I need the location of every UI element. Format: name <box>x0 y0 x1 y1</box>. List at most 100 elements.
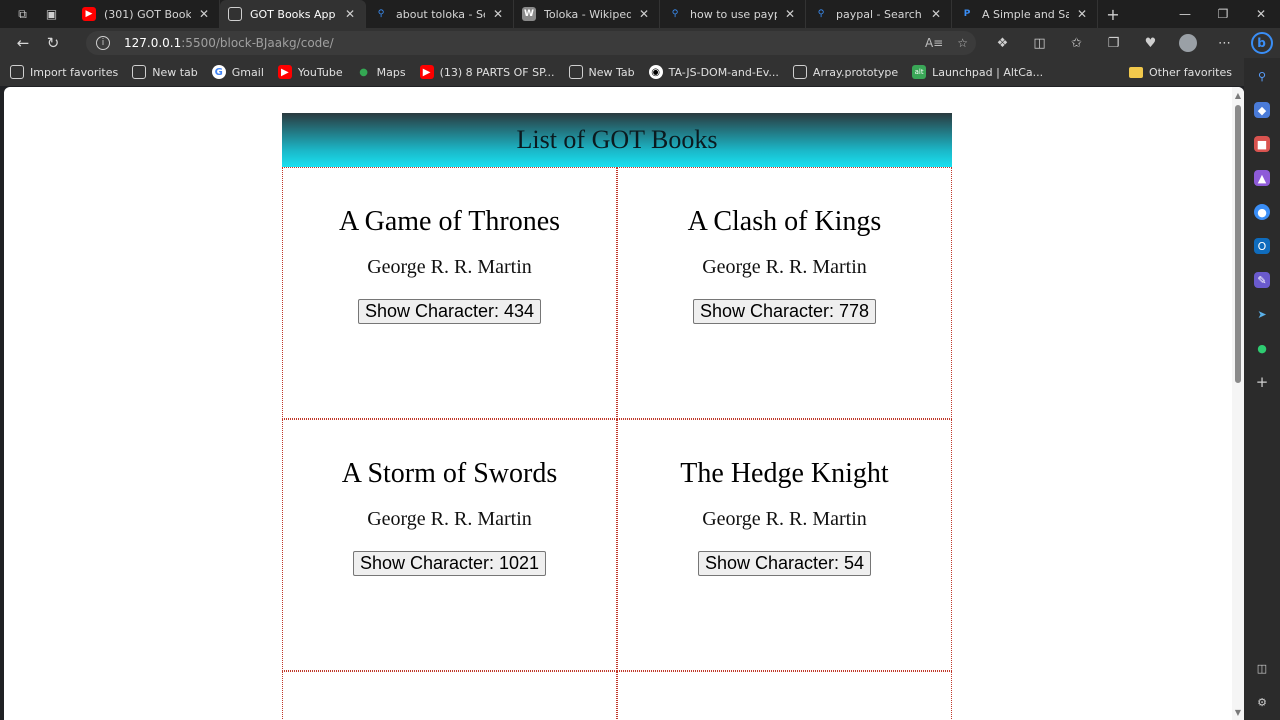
book-title: A Game of Thrones <box>338 206 561 237</box>
games-icon[interactable]: ▲ <box>1254 170 1270 186</box>
search-icon[interactable]: ⚲ <box>1254 68 1270 84</box>
favorite-star-icon[interactable]: ☆ <box>957 36 968 50</box>
outlook-icon[interactable]: O <box>1254 238 1270 254</box>
read-aloud-icon[interactable]: A≡ <box>925 36 943 50</box>
sidebar-settings-icon[interactable]: ⚙ <box>1254 694 1270 710</box>
show-character-button[interactable]: Show Character: 54 <box>697 551 872 576</box>
avatar <box>1178 34 1197 52</box>
edge-sidebar: ⚲ ◆ ■ ▲ ● O ✎ ➤ ● + ◫ ⚙ <box>1244 58 1280 720</box>
import-icon <box>10 65 24 79</box>
navigation-bar: ← ↻ i 127.0.0.1 :5500/block-BJaakg/code/… <box>0 28 1280 58</box>
close-tab-icon[interactable]: ✕ <box>637 7 651 21</box>
favorite-import[interactable]: Import favorites <box>10 58 118 86</box>
tab-actions: ⧉ ▣ <box>0 0 74 28</box>
tab-paypal-site[interactable]: P A Simple and Safer W ✕ <box>952 0 1098 28</box>
split-screen-icon[interactable]: ◫ <box>1021 28 1058 58</box>
extensions-icon[interactable]: ❖ <box>984 28 1021 58</box>
close-tab-icon[interactable]: ✕ <box>491 7 505 21</box>
youtube-icon: ▶ <box>277 65 292 79</box>
add-sidebar-app-icon[interactable]: + <box>1254 373 1270 391</box>
maximize-icon[interactable]: ❐ <box>1204 0 1242 28</box>
address-bar[interactable]: i 127.0.0.1 :5500/block-BJaakg/code/ A≡ … <box>86 31 976 55</box>
newtab-icon <box>132 65 147 79</box>
refresh-icon[interactable]: ↻ <box>38 28 68 58</box>
window-controls: — ❐ ✕ <box>1166 0 1280 28</box>
scroll-down-icon[interactable]: ▼ <box>1232 706 1244 718</box>
site-info-icon[interactable]: i <box>96 36 110 50</box>
tab-got-books-app[interactable]: GOT Books App ✕ <box>220 0 366 28</box>
microsoft365-icon[interactable]: ● <box>1254 204 1270 220</box>
tab-actions-menu-icon[interactable]: ▣ <box>45 7 59 21</box>
favorites-icon[interactable]: ✩ <box>1058 28 1095 58</box>
minimize-icon[interactable]: — <box>1166 0 1204 28</box>
send-icon[interactable]: ➤ <box>1254 306 1270 322</box>
favorite-gmail[interactable]: G Gmail <box>211 58 264 86</box>
address-bar-actions: A≡ ☆ <box>925 31 968 55</box>
settings-menu-icon[interactable]: ⋯ <box>1206 28 1243 58</box>
page-icon <box>792 65 807 79</box>
book-title: A Storm of Swords <box>341 458 558 489</box>
tab-youtube-got[interactable]: ▶ (301) GOT Books App ✕ <box>74 0 220 28</box>
page-scrollbar[interactable]: ▲ ▼ <box>1232 87 1244 720</box>
favorite-new-tab[interactable]: New tab <box>132 58 198 86</box>
favorite-youtube[interactable]: ▶ YouTube <box>277 58 343 86</box>
workspaces-icon[interactable]: ⧉ <box>16 7 30 21</box>
close-tab-icon[interactable]: ✕ <box>1075 7 1089 21</box>
search-icon: ⚲ <box>671 9 679 19</box>
favorite-github[interactable]: ◉ TA-JS-DOM-and-Ev... <box>648 58 779 86</box>
favorite-launchpad[interactable]: alt Launchpad | AltCa... <box>912 58 1043 86</box>
url-host: 127.0.0.1 <box>124 36 182 50</box>
book-author: George R. R. Martin <box>702 256 867 278</box>
bing-icon: b <box>1250 32 1273 54</box>
wikipedia-icon: W <box>522 7 536 21</box>
tab-toloka-wikipedia[interactable]: W Toloka - Wikipedia ✕ <box>514 0 660 28</box>
tab-paypal-how-to[interactable]: ⚲ how to use paypal in ✕ <box>660 0 806 28</box>
other-favorites-folder[interactable]: Other favorites <box>1129 58 1232 86</box>
tab-toloka-search[interactable]: ⚲ about toloka - Search ✕ <box>366 0 514 28</box>
back-icon[interactable]: ← <box>8 28 38 58</box>
favorite-new-tab-page[interactable]: New Tab <box>568 58 635 86</box>
favorite-youtube-video[interactable]: ▶ (13) 8 PARTS OF SP... <box>419 58 555 86</box>
tab-title: paypal - Search <box>836 7 922 21</box>
tree-icon[interactable]: ● <box>1254 340 1270 356</box>
shopping-icon[interactable]: ◆ <box>1254 102 1270 118</box>
tab-strip: ⧉ ▣ ▶ (301) GOT Books App ✕ GOT Books Ap… <box>0 0 1280 28</box>
show-character-button[interactable]: Show Character: 1021 <box>352 551 547 576</box>
favorite-maps[interactable]: ● Maps <box>357 58 405 86</box>
tools-icon[interactable]: ■ <box>1254 136 1270 152</box>
book-card: A Clash of Kings George R. R. Martin Sho… <box>617 167 952 419</box>
tab-title: (301) GOT Books App <box>104 7 191 21</box>
page-icon <box>228 7 242 21</box>
close-window-icon[interactable]: ✕ <box>1242 0 1280 28</box>
collections-icon[interactable]: ❐ <box>1095 28 1132 58</box>
performance-icon[interactable]: ♥ <box>1132 28 1169 58</box>
designer-icon[interactable]: ✎ <box>1254 272 1270 288</box>
scroll-up-icon[interactable]: ▲ <box>1232 89 1244 101</box>
profile-button[interactable] <box>1169 28 1206 58</box>
favorite-label: New tab <box>152 65 198 79</box>
hide-sidebar-icon[interactable]: ◫ <box>1254 660 1270 676</box>
tab-title: about toloka - Search <box>396 7 485 21</box>
copilot-button[interactable]: b <box>1243 28 1280 58</box>
close-tab-icon[interactable]: ✕ <box>343 7 357 21</box>
close-tab-icon[interactable]: ✕ <box>783 7 797 21</box>
favorite-label: YouTube <box>297 65 343 79</box>
tab-paypal-search[interactable]: ⚲ paypal - Search ✕ <box>806 0 952 28</box>
youtube-icon: ▶ <box>419 65 434 79</box>
github-icon: ◉ <box>648 65 663 79</box>
favorite-array-prototype[interactable]: Array.prototype <box>792 58 898 86</box>
new-tab-button[interactable]: + <box>1098 0 1128 28</box>
book-title: A Clash of Kings <box>687 206 882 237</box>
book-author: George R. R. Martin <box>367 508 532 530</box>
close-tab-icon[interactable]: ✕ <box>929 7 943 21</box>
tab-title: how to use paypal in <box>690 7 777 21</box>
book-card: A Game of Thrones George R. R. Martin Sh… <box>282 167 617 419</box>
favorites-bar: Import favorites New tab G Gmail ▶ YouTube… <box>0 58 1280 86</box>
show-character-button[interactable]: Show Character: 778 <box>692 299 877 324</box>
close-tab-icon[interactable]: ✕ <box>197 7 211 21</box>
favorite-label: New Tab <box>588 65 635 79</box>
toolbar-right: ❖ ◫ ✩ ❐ ♥ ⋯ b <box>984 28 1280 58</box>
show-character-button[interactable]: Show Character: 434 <box>357 299 542 324</box>
scrollbar-thumb[interactable] <box>1235 105 1241 383</box>
browser-window: ⧉ ▣ ▶ (301) GOT Books App ✕ GOT Books Ap… <box>0 0 1280 720</box>
